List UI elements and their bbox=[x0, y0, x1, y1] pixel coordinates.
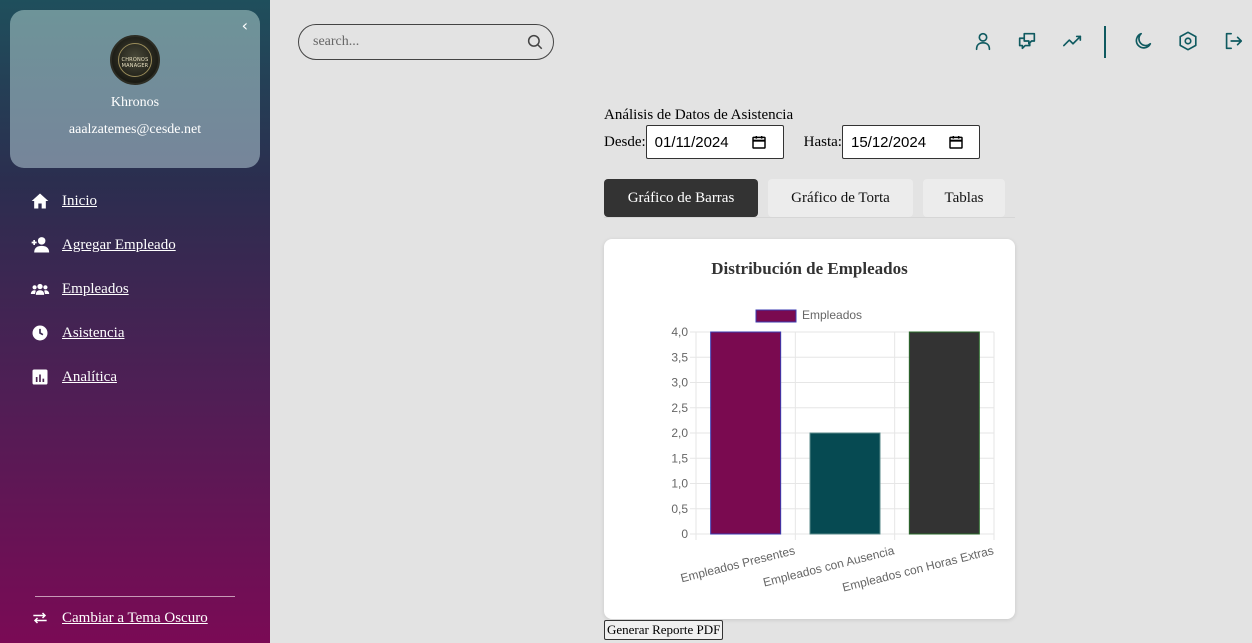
calendar-icon[interactable] bbox=[948, 134, 964, 150]
sidebar-item-agregar-empleado[interactable]: Agregar Empleado bbox=[30, 234, 176, 256]
legend-swatch bbox=[755, 309, 797, 323]
y-tick-label: 3,5 bbox=[671, 350, 688, 364]
search-icon[interactable] bbox=[526, 33, 544, 51]
swap-icon bbox=[33, 612, 47, 624]
chart-card: Distribución de Empleados Empleados 0 0,5 1… bbox=[604, 239, 1015, 619]
sidebar-item-label[interactable]: Analítica bbox=[62, 369, 117, 386]
logo: CHRONOS MANAGER bbox=[110, 35, 160, 85]
y-tick-label: 0,5 bbox=[671, 502, 688, 516]
profile-card: ‹ CHRONOS MANAGER Khronos aaalzatemes@ce… bbox=[10, 10, 260, 168]
y-tick-label: 3,0 bbox=[671, 376, 688, 390]
y-tick-label: 4,0 bbox=[671, 325, 688, 339]
user-icon[interactable] bbox=[972, 30, 996, 54]
bar-chart: Empleados00,51,01,52,02,53,03,54,0Emplea… bbox=[671, 308, 995, 595]
y-tick-label: 1,5 bbox=[671, 451, 688, 465]
search-bar bbox=[298, 24, 554, 60]
date-range: Desde: 01/11/2024 Hasta: 15/12/2024 bbox=[604, 125, 980, 159]
logo-text: CHRONOS MANAGER bbox=[121, 57, 149, 69]
y-tick-label: 1,0 bbox=[671, 477, 688, 491]
chat-icon[interactable] bbox=[1016, 30, 1040, 54]
sidebar-item-label[interactable]: Empleados bbox=[62, 281, 129, 298]
tab-pie-chart[interactable]: Gráfico de Torta bbox=[768, 179, 913, 217]
from-label: Desde: bbox=[604, 133, 646, 150]
tabs-underline bbox=[604, 217, 1015, 218]
sidebar-item-label[interactable]: Agregar Empleado bbox=[62, 237, 176, 254]
sidebar-item-label[interactable]: Asistencia bbox=[62, 325, 124, 342]
chevron-left-icon[interactable]: ‹ bbox=[242, 16, 248, 35]
sidebar-divider bbox=[35, 596, 235, 597]
sidebar-item-analitica[interactable]: Analítica bbox=[30, 366, 176, 388]
bar bbox=[809, 432, 881, 535]
home-icon bbox=[31, 193, 49, 209]
to-date-value: 15/12/2024 bbox=[850, 133, 927, 151]
sidebar-item-label[interactable]: Inicio bbox=[62, 193, 97, 210]
sidebar-item-empleados[interactable]: Empleados bbox=[30, 278, 176, 300]
y-tick-label: 2,5 bbox=[671, 401, 688, 415]
sidebar-item-inicio[interactable]: Inicio bbox=[30, 190, 176, 212]
from-date-input[interactable]: 01/11/2024 bbox=[645, 125, 784, 159]
moon-icon[interactable] bbox=[1132, 30, 1156, 54]
profile-name: Khronos bbox=[110, 95, 160, 110]
search-input[interactable] bbox=[313, 25, 513, 59]
logout-icon[interactable] bbox=[1222, 30, 1246, 54]
top-toolbar bbox=[962, 26, 1252, 58]
theme-toggle-label[interactable]: Cambiar a Tema Oscuro bbox=[62, 610, 208, 627]
chart-icon bbox=[32, 369, 48, 385]
legend-label: Empleados bbox=[802, 308, 862, 322]
to-label: Hasta: bbox=[803, 133, 842, 150]
bar bbox=[710, 331, 782, 535]
analysis-title: Análisis de Datos de Asistencia bbox=[604, 107, 794, 123]
y-tick-label: 2,0 bbox=[671, 426, 688, 440]
sidebar: ‹ CHRONOS MANAGER Khronos aaalzatemes@ce… bbox=[0, 0, 270, 643]
clock-icon bbox=[32, 325, 48, 341]
sidebar-nav: Inicio Agregar Empleado Empleados Asiste… bbox=[30, 190, 176, 410]
sidebar-item-asistencia[interactable]: Asistencia bbox=[30, 322, 176, 344]
profile-email: aaalzatemes@cesde.net bbox=[68, 122, 202, 137]
to-date-input[interactable]: 15/12/2024 bbox=[841, 125, 980, 159]
chart-tabs: Gráfico de Barras Gráfico de Torta Tabla… bbox=[604, 179, 1015, 217]
toolbar-divider bbox=[1104, 26, 1106, 58]
from-date-value: 01/11/2024 bbox=[654, 133, 729, 151]
bar bbox=[908, 331, 980, 535]
settings-icon[interactable] bbox=[1177, 30, 1201, 54]
user-plus-icon bbox=[31, 237, 50, 253]
y-tick-label: 0 bbox=[681, 527, 688, 541]
trend-icon[interactable] bbox=[1062, 30, 1086, 54]
theme-toggle[interactable]: Cambiar a Tema Oscuro bbox=[30, 608, 208, 628]
tab-tables[interactable]: Tablas bbox=[923, 179, 1005, 217]
generate-pdf-button[interactable]: Generar Reporte PDF bbox=[604, 620, 724, 640]
tab-bar-chart[interactable]: Gráfico de Barras bbox=[604, 179, 758, 217]
users-icon bbox=[30, 283, 50, 295]
calendar-icon[interactable] bbox=[751, 134, 767, 150]
